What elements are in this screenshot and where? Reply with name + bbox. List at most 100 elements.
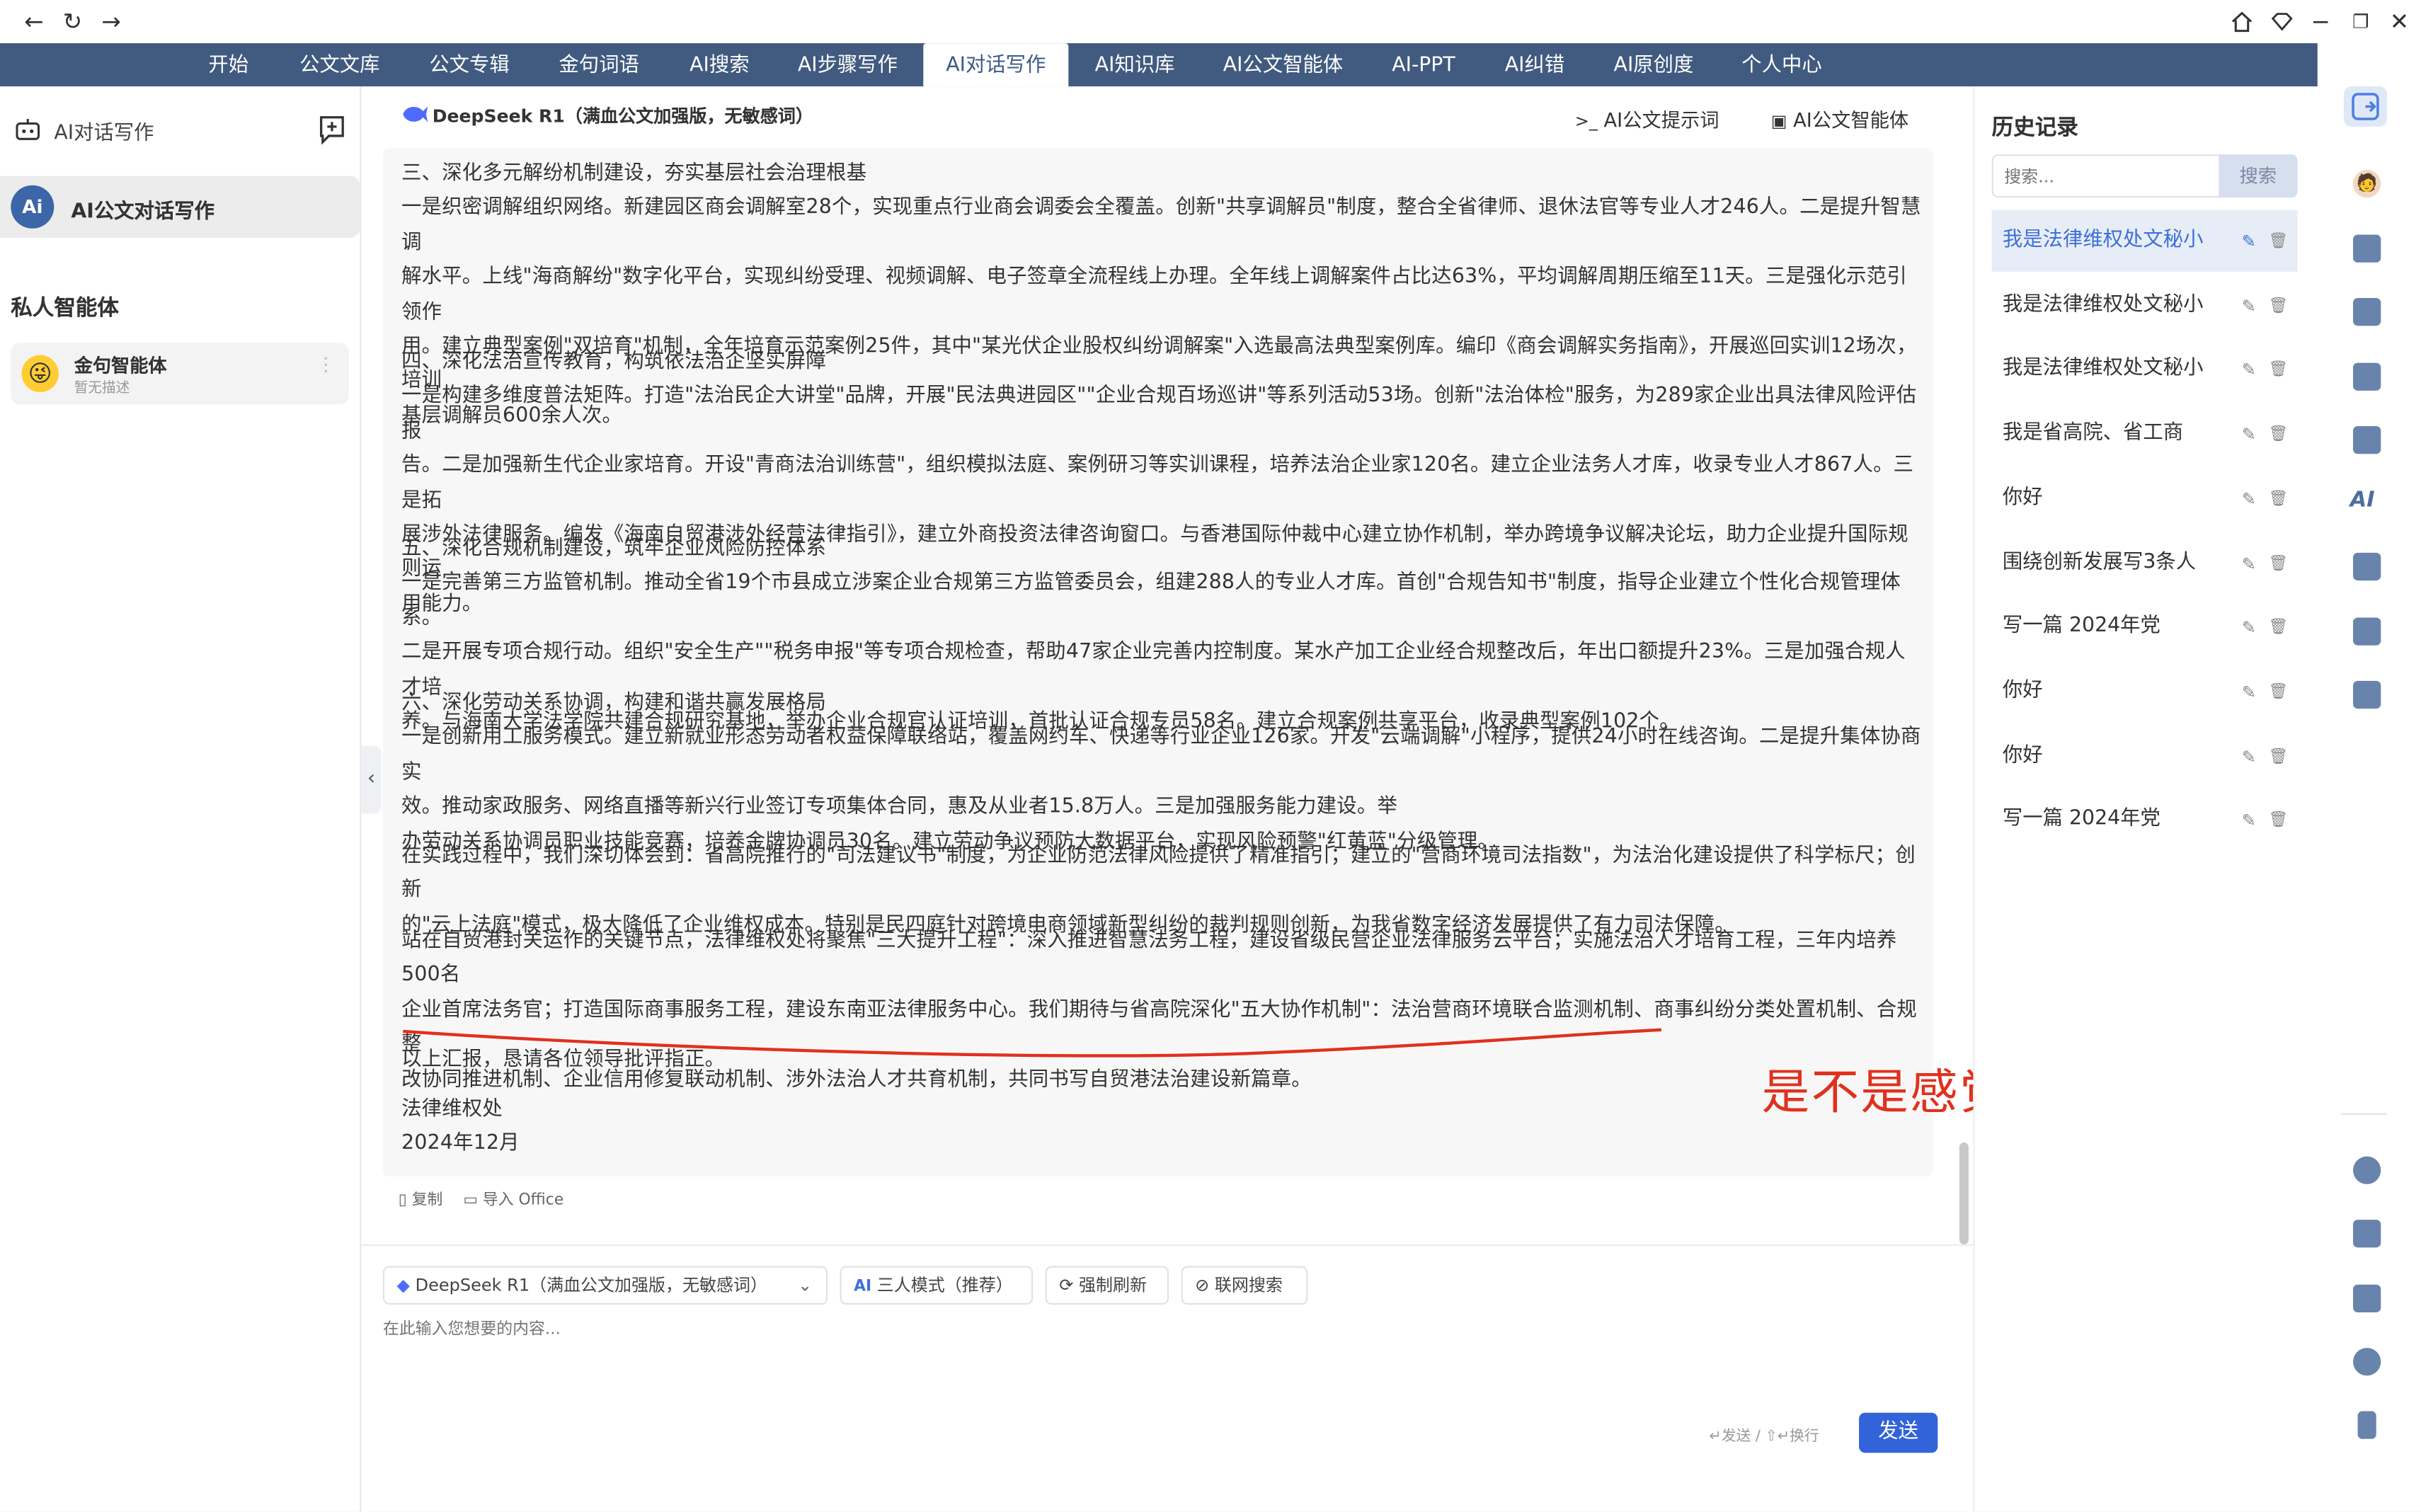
edit-icon[interactable]: ✎ [2239,231,2259,251]
delete-icon[interactable]: 🗑 [2268,360,2288,380]
nav-item-ai-proofread[interactable]: AI纠错 [1493,43,1576,86]
history-item-label: 写一篇 2024年党 [2002,614,2160,638]
nav-item-start[interactable]: 开始 [191,43,265,86]
nav-item-ai-chat-writing[interactable]: AI对话写作 [923,43,1069,87]
nav-item-ai-search[interactable]: AI搜索 [680,43,760,86]
briefcase-icon[interactable] [2353,234,2381,263]
text-line: 告。二是加强新生代企业家培育。开设"青商法治训练营"，组织模拟法庭、案例研习等实… [401,454,1914,512]
user-avatar-icon[interactable]: 🧑 [2353,169,2381,198]
history-item-label: 我是法律维权处文秘小 [2002,357,2204,381]
section-heading: 六、深化劳动关系协调，构建和谐共赢发展格局 [401,692,827,715]
ppt-icon[interactable] [2353,617,2381,646]
chat-scrollbar-thumb[interactable] [1959,1142,1969,1244]
edit-icon[interactable]: ✎ [2239,425,2259,445]
crown-icon[interactable] [2353,1156,2381,1184]
chat-input[interactable] [382,1317,1928,1402]
delete-icon[interactable]: 🗑 [2268,747,2288,767]
robot-icon [12,116,43,144]
text-line: 解水平。上线"海商解纷"数字化平台，实现纠纷受理、视频调解、电子签章全流程线上办… [401,265,1907,324]
home-icon[interactable] [2228,8,2255,35]
mode-toggle[interactable]: AI 三人模式（推荐） [840,1266,1034,1305]
more-icon[interactable]: ⋮ [316,355,335,387]
power-icon[interactable] [2353,1348,2381,1376]
edit-icon[interactable]: ✎ [2239,682,2259,702]
nav-item-ai-knowledge[interactable]: AI知识库 [1085,43,1184,86]
nav-item-albums[interactable]: 公文专辑 [420,43,519,86]
nav-item-ai-ppt[interactable]: AI-PPT [1380,43,1467,86]
nav-item-ai-originality[interactable]: AI原创度 [1604,43,1703,86]
edit-icon[interactable]: ✎ [2239,747,2259,767]
history-item-label: 围绕创新发展写3条人 [2002,550,2197,574]
refresh-label: 强制刷新 [1078,1275,1147,1295]
agent-item-selected[interactable]: Ai AI公文对话写作 [0,176,360,238]
home-rail-icon[interactable] [2353,1284,2381,1312]
edit-icon[interactable]: ✎ [2239,360,2259,380]
original-icon[interactable] [2353,680,2381,709]
deepseek-whale-icon [401,102,429,127]
edit-icon[interactable]: ✎ [2239,618,2259,638]
import-label: 导入 Office [482,1191,564,1209]
top-nav: 开始 公文文库 公文专辑 金句词语 AI搜索 AI步骤写作 AI对话写作 AI知… [0,43,2318,87]
document-list-icon[interactable] [2353,297,2381,326]
ai-brand-icon[interactable]: AI [2350,488,2384,515]
diamond-icon[interactable] [2268,8,2296,35]
nav-item-library[interactable]: 公文文库 [290,43,389,86]
send-shortcut-hint: ↵发送 / ⇧↵换行 [1709,1428,1819,1445]
delete-icon[interactable]: 🗑 [2268,489,2288,509]
copy-button[interactable]: ▯ 复制 [399,1186,443,1209]
send-button[interactable]: 发送 [1859,1412,1938,1453]
delete-icon[interactable]: 🗑 [2268,554,2288,573]
ai-icon: AI [854,1278,872,1295]
private-agent-desc: 暂无描述 [74,381,130,397]
library-icon[interactable] [2353,362,2381,391]
web-search-toggle[interactable]: ⊘ 联网搜索 [1181,1266,1308,1305]
nav-item-ai-agent[interactable]: AI公文智能体 [1212,43,1354,86]
history-title: 历史记录 [1991,115,2078,141]
model-select[interactable]: ◆ DeepSeek R1（满血公文加强版，无敏感词） ⌄ [382,1266,828,1305]
delete-icon[interactable]: 🗑 [2268,682,2288,702]
terminal-icon: >_ [1574,111,1598,132]
nav-item-ai-step-writing[interactable]: AI步骤写作 [786,43,909,86]
reload-icon[interactable]: ↻ [59,8,86,35]
history-search-input[interactable] [1991,154,2219,198]
stats-icon[interactable] [2353,1220,2381,1248]
back-arrow-icon[interactable]: ← [20,8,47,35]
divider [361,1244,1974,1247]
agent-library-link[interactable]: ▣ AI公文智能体 [1771,103,1908,132]
model-title: DeepSeek R1（满血公文加强版，无敏感词） [432,105,813,127]
collapse-sidebar-handle[interactable]: ‹ [361,745,382,814]
mobile-icon[interactable] [2357,1411,2376,1439]
edit-icon[interactable]: ✎ [2239,489,2259,509]
forward-arrow-icon[interactable]: → [97,8,125,35]
wifi-off-icon: ⊘ [1195,1275,1210,1295]
restore-icon[interactable]: ❐ [2347,8,2374,35]
panel-toggle-icon[interactable] [2343,86,2388,127]
delete-icon[interactable]: 🗑 [2268,618,2288,638]
prompt-library-link[interactable]: >_ AI公文提示词 [1575,103,1719,132]
chevron-down-icon: ⌄ [798,1275,813,1295]
import-office-button[interactable]: ▭ 导入 Office [463,1186,563,1209]
agent-avatar: Ai [11,185,55,229]
text-line: 一是完善第三方监管机制。推动全省19个市县成立涉案企业合规第三方监管委员会，组建… [401,571,1901,630]
nav-item-profile[interactable]: 个人中心 [1732,43,1831,86]
history-search-button[interactable]: 搜索 [2219,154,2298,198]
delete-icon[interactable]: 🗑 [2268,811,2288,831]
window-titlebar: ← ↻ → − ❐ ✕ [0,0,2421,44]
chart-doc-icon[interactable] [2353,552,2381,581]
write-icon[interactable] [2353,425,2381,454]
delete-icon[interactable]: 🗑 [2268,296,2288,316]
minimize-icon[interactable]: − [2307,8,2335,35]
new-chat-icon[interactable] [315,113,349,147]
edit-icon[interactable]: ✎ [2239,296,2259,316]
mode-label: 三人模式（推荐） [876,1275,1013,1295]
delete-icon[interactable]: 🗑 [2268,231,2288,251]
edit-icon[interactable]: ✎ [2239,811,2259,831]
history-item-label: 你好 [2002,679,2043,703]
nav-item-phrases[interactable]: 金句词语 [549,43,648,86]
deepseek-small-icon: ◆ [396,1275,411,1295]
force-refresh-button[interactable]: ⟳ 强制刷新 [1045,1266,1169,1305]
private-agent-item[interactable]: 😜 金句智能体 暂无描述 ⋮ [11,343,349,405]
delete-icon[interactable]: 🗑 [2268,425,2288,445]
edit-icon[interactable]: ✎ [2239,554,2259,573]
close-icon[interactable]: ✕ [2386,8,2413,35]
